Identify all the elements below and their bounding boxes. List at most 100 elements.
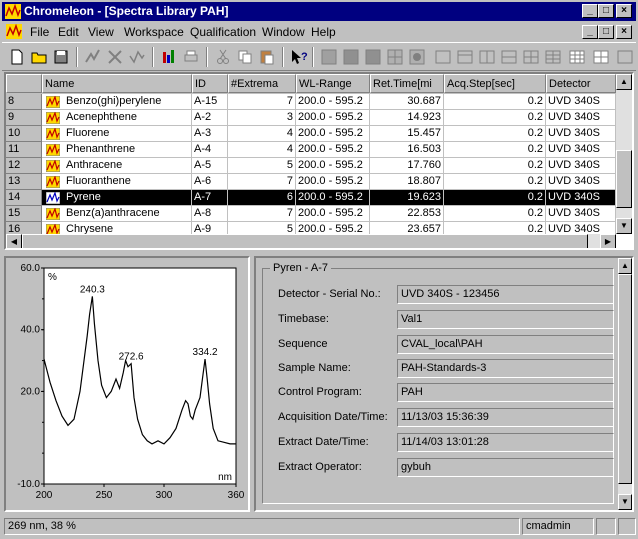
spectra-tool-2-icon[interactable] <box>106 48 124 66</box>
menu-view[interactable]: View <box>88 25 114 39</box>
layout-icon-9[interactable] <box>500 48 518 66</box>
layout-icon-2[interactable] <box>342 48 360 66</box>
header-name[interactable]: Name <box>42 74 192 93</box>
scroll-down-arrow-icon[interactable]: ▼ <box>616 218 632 234</box>
new-file-icon[interactable] <box>8 48 26 66</box>
table-horizontal-scrollbar[interactable]: ◀ ▶ <box>6 234 616 248</box>
status-bar: 269 nm, 38 % cmadmin <box>2 516 636 537</box>
cell-rt: 19.623 <box>370 190 444 206</box>
row-number[interactable]: 10 <box>6 126 42 142</box>
menu-file[interactable]: File <box>30 25 49 39</box>
chromeleon-app-icon[interactable] <box>5 4 21 19</box>
report-chart-icon[interactable] <box>160 48 178 66</box>
table-row[interactable]: 9 Acenephthene A-2 3 200.0 - 595.2 14.923 0.2 U… <box>6 110 616 126</box>
copy-icon[interactable] <box>236 48 254 66</box>
horizontal-scroll-thumb[interactable] <box>22 234 588 248</box>
row-number[interactable]: 8 <box>6 94 42 110</box>
field-value[interactable]: 11/14/03 13:01:28 <box>397 433 614 452</box>
save-icon[interactable] <box>52 48 70 66</box>
layout-icon-1[interactable] <box>320 48 338 66</box>
spectrum-icon <box>46 96 60 108</box>
layout-icon-5[interactable] <box>408 48 426 66</box>
table-row[interactable]: 13 Fluoranthene A-6 7 200.0 - 595.2 18.807 0.2… <box>6 174 616 190</box>
info-vertical-scrollbar[interactable]: ▲ ▼ <box>618 258 632 510</box>
header-ret-time[interactable]: Ret.Time[mi <box>370 74 444 93</box>
cell-id: A-2 <box>192 110 228 126</box>
print-icon[interactable] <box>182 48 200 66</box>
field-value[interactable]: gybuh <box>397 458 614 477</box>
table-view-icon[interactable] <box>568 48 586 66</box>
header-id[interactable]: ID <box>192 74 228 93</box>
cell-name: Anthracene <box>42 158 192 174</box>
header-acq-step[interactable]: Acq.Step[sec] <box>444 74 546 93</box>
doc-restore-button[interactable]: □ <box>598 25 614 39</box>
scroll-right-arrow-icon[interactable]: ▶ <box>600 234 616 248</box>
table-row[interactable]: 8 Benzo(ghi)perylene A-15 7 200.0 - 595.2 30.… <box>6 94 616 110</box>
context-help-icon[interactable]: ? <box>290 48 308 66</box>
layout-icon-4[interactable] <box>386 48 404 66</box>
field-value[interactable]: 11/13/03 15:36:39 <box>397 408 614 427</box>
row-number[interactable]: 9 <box>6 110 42 126</box>
layout-icon-3[interactable] <box>364 48 382 66</box>
cell-name: Acenephthene <box>42 110 192 126</box>
header-detector[interactable]: Detector <box>546 74 616 93</box>
menu-help[interactable]: Help <box>311 25 336 39</box>
row-number[interactable]: 11 <box>6 142 42 158</box>
layout-icon-6[interactable] <box>434 48 452 66</box>
menu-window[interactable]: Window <box>262 25 305 39</box>
row-number[interactable]: 12 <box>6 158 42 174</box>
layout-icon-12[interactable] <box>616 48 634 66</box>
row-number[interactable]: 14 <box>6 190 42 206</box>
scroll-up-arrow-icon[interactable]: ▲ <box>616 74 632 90</box>
menu-qualification[interactable]: Qualification <box>190 25 256 39</box>
cell-rt: 22.853 <box>370 206 444 222</box>
field-value[interactable]: CVAL_local\PAH <box>397 335 614 354</box>
status-panel-empty-2 <box>618 518 636 535</box>
layout-icon-7[interactable] <box>456 48 474 66</box>
row-number[interactable]: 15 <box>6 206 42 222</box>
field-value[interactable]: Val1 <box>397 310 614 329</box>
cell-det: UVD 340S <box>546 174 616 190</box>
open-folder-icon[interactable] <box>30 48 48 66</box>
table-row[interactable]: 14 Pyrene A-7 6 200.0 - 595.2 19.623 0.2 UVD 34… <box>6 190 616 206</box>
maximize-button[interactable]: □ <box>598 4 614 18</box>
field-value[interactable]: UVD 340S - 123456 <box>397 285 614 304</box>
info-scroll-up-arrow-icon[interactable]: ▲ <box>618 258 632 274</box>
y-tick-label: -10.0 <box>17 479 40 490</box>
grid-view-icon[interactable] <box>592 48 610 66</box>
document-icon[interactable] <box>6 24 22 39</box>
doc-close-button[interactable]: × <box>616 25 632 39</box>
doc-minimize-button[interactable]: _ <box>582 25 598 39</box>
field-value[interactable]: PAH-Standards-3 <box>397 359 614 378</box>
layout-icon-8[interactable] <box>478 48 496 66</box>
cell-name: Fluorene <box>42 126 192 142</box>
table-row[interactable]: 10 Fluorene A-3 4 200.0 - 595.2 15.457 0.2 UVD … <box>6 126 616 142</box>
menu-workspace[interactable]: Workspace <box>124 25 184 39</box>
minimize-button[interactable]: _ <box>582 4 598 18</box>
layout-icon-10[interactable] <box>522 48 540 66</box>
cell-ext: 7 <box>228 94 296 110</box>
spectra-tool-3-icon[interactable] <box>128 48 146 66</box>
layout-icon-11[interactable] <box>544 48 562 66</box>
table-vertical-scrollbar[interactable]: ▲ ▼ <box>616 74 632 234</box>
row-number[interactable]: 13 <box>6 174 42 190</box>
spectra-tool-1-icon[interactable] <box>84 48 102 66</box>
menu-edit[interactable]: Edit <box>58 25 79 39</box>
header-corner[interactable] <box>6 74 42 93</box>
field-label: Control Program: <box>278 386 362 398</box>
close-button[interactable]: × <box>616 4 632 18</box>
header-wl-range[interactable]: WL-Range <box>296 74 370 93</box>
info-scroll-down-arrow-icon[interactable]: ▼ <box>618 494 632 510</box>
x-tick-label: 250 <box>96 490 113 501</box>
vertical-scroll-thumb[interactable] <box>616 150 632 208</box>
cut-icon[interactable] <box>214 48 232 66</box>
table-row[interactable]: 15 Benz(a)anthracene A-8 7 200.0 - 595.2 22.8… <box>6 206 616 222</box>
header-extrema[interactable]: #Extrema <box>228 74 296 93</box>
scroll-left-arrow-icon[interactable]: ◀ <box>6 234 22 248</box>
table-row[interactable]: 12 Anthracene A-5 5 200.0 - 595.2 17.760 0.2 UV… <box>6 158 616 174</box>
field-value[interactable]: PAH <box>397 383 614 402</box>
info-scroll-thumb[interactable] <box>618 274 632 484</box>
table-row[interactable]: 11 Phenanthrene A-4 4 200.0 - 595.2 16.503 0.2… <box>6 142 616 158</box>
paste-icon[interactable] <box>258 48 276 66</box>
spectrum-chart[interactable]: 60.0 40.0 20.0 -10.0200 250 300 360% nm 240.3 272… <box>6 258 248 510</box>
